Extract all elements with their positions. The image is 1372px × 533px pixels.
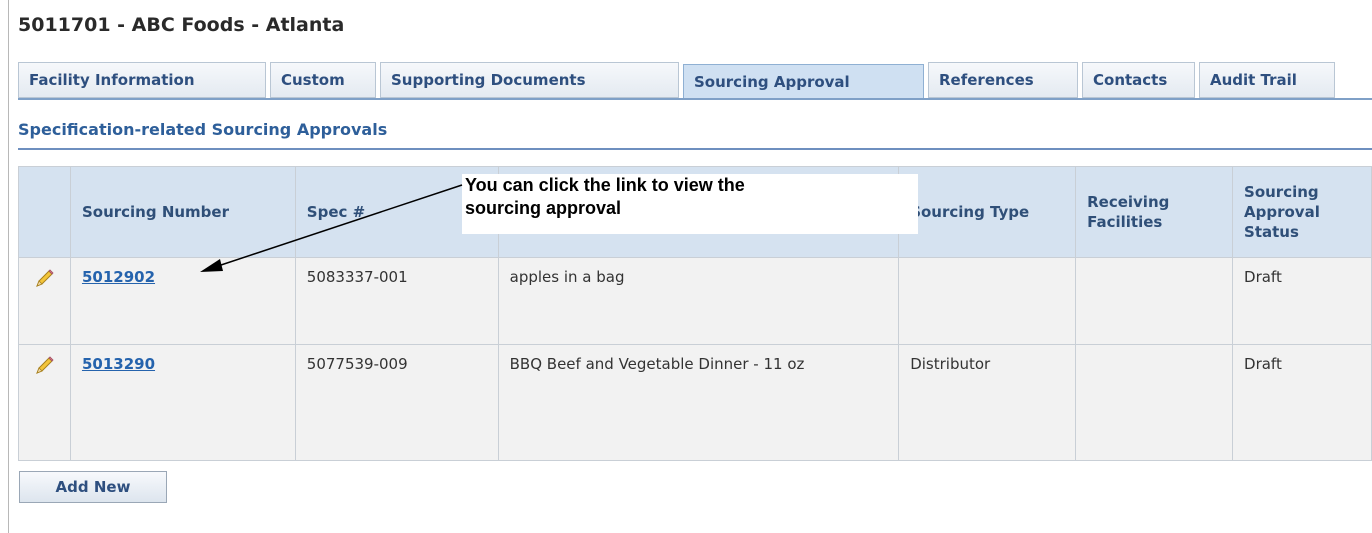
annotation-arrow: [200, 184, 463, 272]
